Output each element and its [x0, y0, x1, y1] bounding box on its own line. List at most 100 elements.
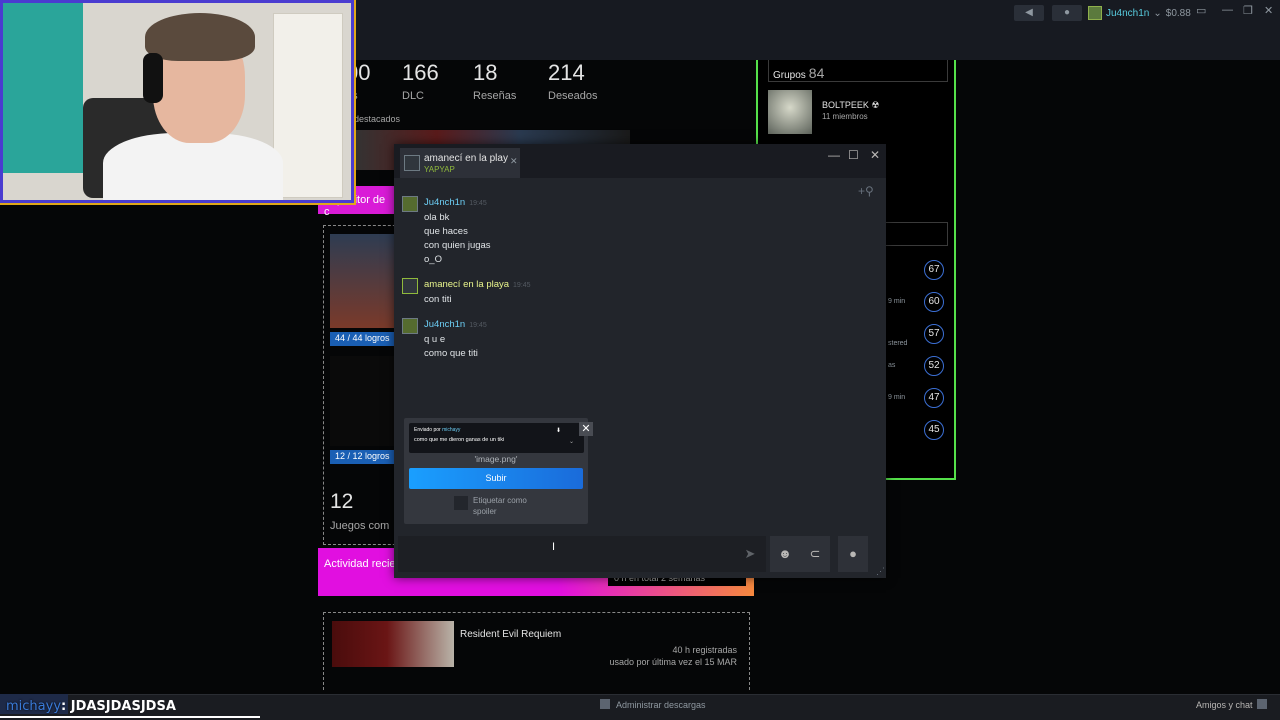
stat-label: Reseñas — [473, 90, 517, 102]
bell-icon: ● — [1063, 7, 1071, 18]
game-cover[interactable] — [330, 234, 394, 328]
big-picture-icon[interactable]: ▭ — [1196, 4, 1206, 17]
activity-title-text: Actividad recie — [324, 558, 396, 570]
friend-status: stered — [888, 340, 908, 347]
user-avatar[interactable] — [402, 318, 418, 334]
message-time: 19:45 — [469, 322, 487, 329]
sent-by-user: michayy — [442, 427, 461, 433]
voice-button[interactable]: ● — [838, 536, 868, 572]
screen: ◀ ● Ju4nch1n ⌄ $0.88 ▭ — ❐ ✕ 00 os 166 D… — [0, 0, 1280, 720]
add-friend-icon[interactable]: +⚲ — [858, 184, 874, 198]
chat-tab[interactable]: amanecí en la playa YAPYAP ✕ — [400, 148, 520, 178]
maximize-icon[interactable]: ❐ — [1243, 4, 1253, 17]
resize-grip-icon[interactable]: ⋰ — [876, 566, 885, 577]
game-cover[interactable] — [330, 356, 394, 446]
message-text: ola bk — [424, 212, 450, 223]
stat-wishlist[interactable]: 214 Deseados — [548, 60, 598, 102]
user-name: Ju4nch1n — [1106, 7, 1150, 19]
user-avatar[interactable] — [402, 196, 418, 212]
preview-sender: Enviado por michayy — [414, 427, 460, 433]
friend-avatar[interactable] — [402, 278, 418, 294]
stat-number: 18 — [473, 60, 498, 85]
emoticon-button[interactable]: ☻ — [770, 536, 800, 572]
wallet-balance: $0.88 — [1165, 7, 1191, 19]
stream-chat-message: michayy: JDASJDASJDSA — [6, 699, 176, 714]
author-name: Ju4nch1n — [424, 197, 466, 208]
minimize-icon[interactable]: — — [828, 148, 840, 162]
message-author[interactable]: amanecí en la playa 19:45 — [424, 279, 531, 290]
sent-by-label: Enviado por — [414, 427, 441, 433]
message-text: q u e — [424, 334, 446, 345]
spoiler-checkbox[interactable] — [454, 496, 468, 510]
message-time: 19:45 — [469, 200, 487, 207]
author-name: Ju4nch1n — [424, 319, 466, 330]
downloads-label: Administrar descargas — [616, 700, 706, 710]
chat-icon — [1256, 699, 1267, 709]
stat-label: DLC — [402, 90, 425, 102]
friend-level: 60 — [924, 292, 944, 312]
group-avatar[interactable] — [768, 90, 812, 134]
tab-close-icon[interactable]: ✕ — [510, 156, 518, 167]
chat-tab-game: YAPYAP — [424, 165, 455, 174]
message-text: como que titi — [424, 348, 478, 359]
send-button[interactable]: ➤ — [734, 536, 766, 572]
group-members: 11 miembros — [822, 112, 868, 121]
chat-tab-name: amanecí en la playa — [424, 153, 508, 164]
groups-label: Grupos — [773, 70, 806, 81]
announcements-button[interactable]: ◀ — [1014, 5, 1044, 21]
chat-message-input[interactable] — [398, 536, 734, 572]
webcam-wall — [3, 3, 83, 173]
maximize-icon[interactable]: ☐ — [848, 148, 859, 162]
spoiler-label[interactable]: Etiquetar como spoiler — [473, 495, 543, 517]
send-icon: ➤ — [744, 546, 756, 561]
stat-number: 214 — [548, 60, 585, 85]
friends-chat-button[interactable]: Amigos y chat — [1196, 699, 1267, 710]
message-text: que haces — [424, 226, 468, 237]
notifications-button[interactable]: ● — [1052, 5, 1082, 21]
message-time: 19:45 — [513, 282, 531, 289]
webcam-headset — [143, 53, 163, 103]
game-last-played: usado por última vez el 15 MAR — [609, 657, 737, 667]
stream-chat-user: michayy — [6, 699, 62, 714]
message-author[interactable]: Ju4nch1n 19:45 — [424, 197, 487, 208]
close-icon[interactable]: ✕ — [870, 148, 880, 162]
webcam-door — [273, 13, 343, 198]
megaphone-icon: ◀ — [1025, 7, 1033, 18]
friends-label: Amigos y chat — [1196, 700, 1253, 710]
friends-header[interactable] — [884, 222, 948, 246]
minimize-icon[interactable]: — — [1222, 4, 1233, 16]
stat-dlc[interactable]: 166 DLC — [402, 60, 439, 102]
manage-downloads-button[interactable]: Administrar descargas — [600, 699, 706, 710]
chat-window: amanecí en la playa YAPYAP ✕ — ☐ ✕ +⚲ Ju… — [394, 144, 886, 578]
upload-button[interactable]: Subir — [409, 468, 583, 489]
groups-count: 84 — [808, 65, 825, 81]
message-text: con titi — [424, 294, 452, 305]
image-preview: Enviado por michayy como que me dieron g… — [409, 423, 584, 453]
message-author[interactable]: Ju4nch1n 19:45 — [424, 319, 487, 330]
stream-chat-text: : JDASJDASJDSA — [61, 699, 176, 714]
webcam-person-hair — [145, 13, 255, 61]
stat-number: 166 — [402, 60, 439, 85]
friend-level: 45 — [924, 420, 944, 440]
paperclip-icon: ⊂ — [809, 546, 821, 561]
text-cursor-icon: I — [552, 541, 556, 553]
stream-chat-underline — [0, 716, 260, 718]
friend-level: 57 — [924, 324, 944, 344]
friend-status: 9 min — [888, 298, 906, 305]
message-text: con quien jugas — [424, 240, 491, 251]
game-capsule[interactable] — [332, 621, 454, 667]
group-name[interactable]: BOLTPEEK ☢ — [822, 100, 879, 111]
friend-level: 67 — [924, 260, 944, 280]
webcam-overlay — [0, 0, 356, 205]
game-title[interactable]: Resident Evil Requiem — [460, 629, 561, 640]
recent-activity: Resident Evil Requiem 40 h registradas u… — [323, 612, 750, 690]
upload-close-button[interactable]: ✕ — [579, 422, 593, 436]
account-menu[interactable]: Ju4nch1n ⌄ $0.88 — [1088, 4, 1191, 22]
chevron-down-icon: ⌄ — [569, 439, 575, 445]
stat-reviews[interactable]: 18 Reseñas — [473, 60, 516, 102]
chat-titlebar[interactable]: amanecí en la playa YAPYAP ✕ — ☐ ✕ — [394, 144, 886, 178]
close-icon[interactable]: ✕ — [1264, 4, 1273, 17]
friend-level: 47 — [924, 388, 944, 408]
groups-header[interactable]: Grupos 84 — [768, 60, 948, 82]
attach-button[interactable]: ⊂ — [800, 536, 830, 572]
